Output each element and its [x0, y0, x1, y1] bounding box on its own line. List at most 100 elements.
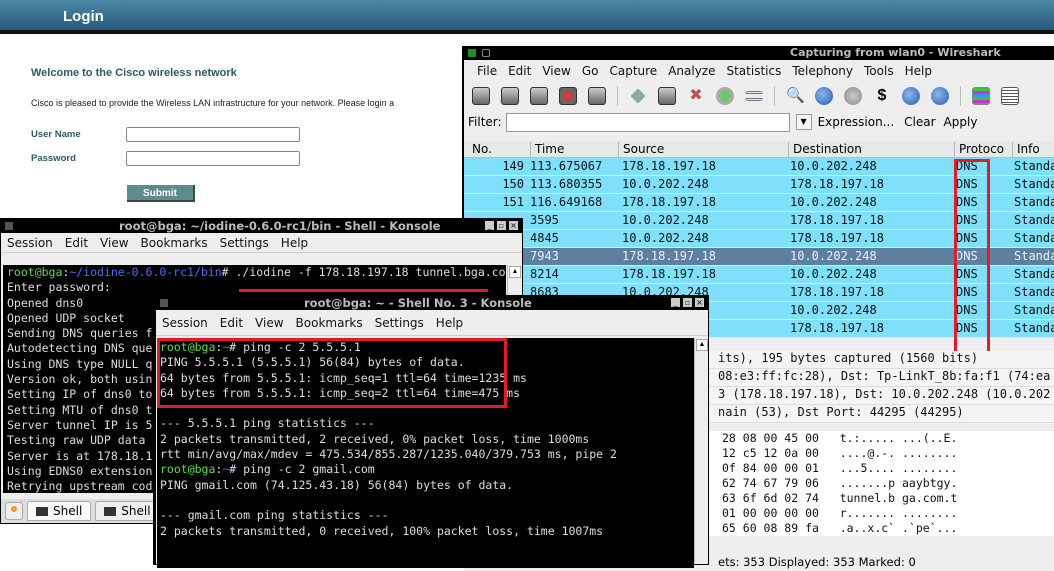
wireshark-menubar: File Edit View Go Capture Analyze Statis… — [464, 60, 1054, 82]
packet-info: Standa — [1014, 213, 1054, 227]
menu-session[interactable]: Session — [7, 236, 53, 250]
tab-label: Shell — [53, 504, 83, 518]
save-icon[interactable] — [658, 87, 676, 105]
ping-stats-1: --- 5.5.5.1 ping statistics --- 2 packet… — [160, 416, 617, 462]
terminal-output[interactable]: root@bga:~# ping -c 2 5.5.5.1 PING 5.5.5… — [157, 338, 694, 568]
menu-help[interactable]: Help — [905, 64, 932, 78]
packet-info: Standa — [1014, 159, 1054, 173]
menu-capture[interactable]: Capture — [609, 64, 657, 78]
goto-icon[interactable]: $ — [873, 87, 891, 105]
col-source[interactable]: Source — [618, 142, 664, 158]
packet-info: Standa — [1014, 303, 1054, 317]
menu-bookmarks[interactable]: Bookmarks — [141, 236, 208, 250]
menu-tools[interactable]: Tools — [864, 64, 894, 78]
packet-no: 149 — [502, 159, 524, 173]
menu-session[interactable]: Session — [162, 316, 208, 330]
menu-go[interactable]: Go — [582, 64, 599, 78]
konsole-shell3-title: root@bga: ~ - Shell No. 3 - Konsole — [304, 296, 532, 310]
packet-time: 116.649168 — [530, 195, 603, 209]
prompt-path: ~/iodine-0.6.0-rc1/bin — [69, 265, 222, 279]
packet-time: 8214 — [530, 267, 559, 281]
menu-analyze[interactable]: Analyze — [668, 64, 715, 78]
minimize-icon[interactable]: _ — [485, 221, 494, 230]
col-protocol[interactable]: Protoco — [954, 142, 1004, 158]
packet-time: 4845 — [530, 231, 559, 245]
first-icon[interactable] — [902, 87, 920, 105]
close-icon[interactable]: ✖ — [687, 87, 705, 105]
expression-button[interactable]: Expression... — [818, 115, 895, 129]
menu-help[interactable]: Help — [436, 316, 463, 330]
print-icon[interactable] — [745, 91, 763, 101]
maximize-icon[interactable]: ▫ — [497, 221, 506, 230]
colorize-icon[interactable] — [972, 87, 990, 105]
filter-label: Filter: — [468, 115, 502, 129]
maximize-icon[interactable]: ▫ — [683, 298, 692, 307]
password-label: Password — [31, 153, 76, 164]
close-icon[interactable]: × — [695, 298, 704, 307]
back-icon[interactable] — [815, 87, 833, 105]
menu-telephony[interactable]: Telephony — [792, 64, 853, 78]
terminal-icon — [104, 506, 117, 516]
password-input[interactable] — [126, 151, 300, 166]
menu-file[interactable]: File — [477, 64, 497, 78]
packet-time: 113.675067 — [530, 159, 603, 173]
start-icon[interactable] — [530, 87, 548, 105]
menu-settings[interactable]: Settings — [220, 236, 269, 250]
open-icon[interactable] — [630, 88, 646, 104]
packet-dst: 178.18.197.18 — [790, 213, 884, 227]
scroll-up-icon[interactable]: ▲ — [696, 339, 708, 351]
restart-icon[interactable] — [588, 87, 606, 105]
filter-bar: Filter: ▼ Expression... Clear Apply — [464, 110, 1054, 134]
menu-view[interactable]: View — [542, 64, 570, 78]
col-no[interactable]: No. — [464, 142, 492, 158]
menu-help[interactable]: Help — [281, 236, 308, 250]
packet-src: 10.0.202.248 — [622, 231, 709, 245]
menu-bookmarks[interactable]: Bookmarks — [296, 316, 363, 330]
menu-view[interactable]: View — [100, 236, 128, 250]
menu-edit[interactable]: Edit — [508, 64, 531, 78]
wireshark-app-icon — [468, 49, 476, 57]
menu-view[interactable]: View — [255, 316, 283, 330]
new-tab-icon[interactable] — [5, 502, 23, 520]
options-icon[interactable] — [501, 87, 519, 105]
menu-edit[interactable]: Edit — [65, 236, 88, 250]
menu-statistics[interactable]: Statistics — [726, 64, 781, 78]
packet-dst: 178.18.197.18 — [790, 177, 884, 191]
konsole-shell3-window: root@bga: ~ - Shell No. 3 - Konsole _ ▫ … — [153, 295, 709, 568]
prompt-user: root@bga — [160, 462, 216, 477]
filter-dropdown-icon[interactable]: ▼ — [795, 114, 812, 130]
tab-shell-1[interactable]: Shell — [27, 501, 92, 521]
minimize-icon[interactable]: _ — [671, 298, 680, 307]
ping-output-2: PING gmail.com (74.125.43.18) 56(84) byt… — [160, 477, 604, 538]
username-input[interactable] — [126, 127, 300, 142]
packet-dst: 10.0.202.248 — [790, 195, 877, 209]
col-time[interactable]: Time — [530, 142, 564, 158]
find-icon[interactable]: 🔍 — [786, 87, 805, 105]
window-menu-icon[interactable] — [482, 49, 490, 57]
close-icon[interactable]: × — [509, 221, 518, 230]
interfaces-icon[interactable] — [472, 87, 490, 105]
konsole-shell3-menubar: Session Edit View Bookmarks Settings Hel… — [156, 310, 708, 336]
packet-dst: 10.0.202.248 — [790, 303, 877, 317]
welcome-heading: Welcome to the Cisco wireless network — [31, 67, 237, 79]
wireshark-toolbar: ✖ 🔍 $ — [464, 82, 1054, 110]
konsole-iodine-menubar: Session Edit View Bookmarks Settings Hel… — [1, 233, 522, 253]
scroll-up-icon[interactable]: ▲ — [509, 266, 521, 278]
col-destination[interactable]: Destination — [788, 142, 862, 158]
menu-settings[interactable]: Settings — [375, 316, 424, 330]
tab-shell-2[interactable]: Shell — [95, 501, 160, 521]
scrollbar[interactable]: ▲ — [694, 338, 708, 564]
filter-input[interactable] — [505, 112, 790, 132]
last-icon[interactable] — [931, 87, 949, 105]
stop-icon[interactable] — [559, 87, 577, 105]
menu-edit[interactable]: Edit — [220, 316, 243, 330]
konsole-shell3-titlebar: root@bga: ~ - Shell No. 3 - Konsole _ ▫ … — [156, 296, 708, 310]
autoscroll-icon[interactable] — [1001, 87, 1019, 105]
clear-button[interactable]: Clear — [904, 115, 935, 129]
col-info[interactable]: Info — [1012, 142, 1040, 158]
apply-button[interactable]: Apply — [944, 115, 978, 129]
packet-src: 178.18.197.18 — [622, 267, 716, 281]
reload-icon[interactable] — [716, 87, 734, 105]
forward-icon[interactable] — [844, 87, 862, 105]
submit-button[interactable]: Submit — [127, 185, 195, 202]
